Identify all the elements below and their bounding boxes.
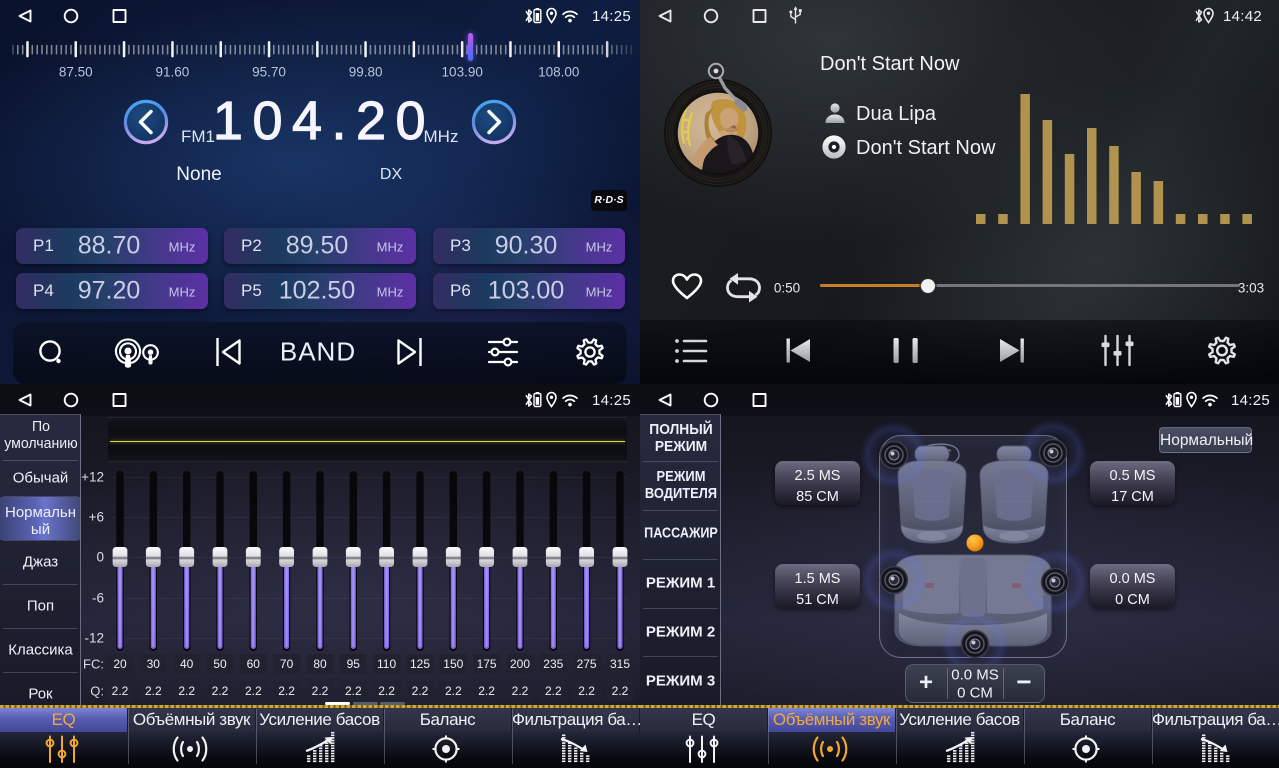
svg-text:103.90: 103.90 bbox=[442, 65, 483, 80]
svg-text:95.70: 95.70 bbox=[252, 65, 286, 80]
svg-text:99.80: 99.80 bbox=[349, 65, 383, 80]
svg-text:108.00: 108.00 bbox=[538, 65, 579, 80]
svg-text:87.50: 87.50 bbox=[59, 65, 93, 80]
svg-text:91.60: 91.60 bbox=[156, 65, 190, 80]
